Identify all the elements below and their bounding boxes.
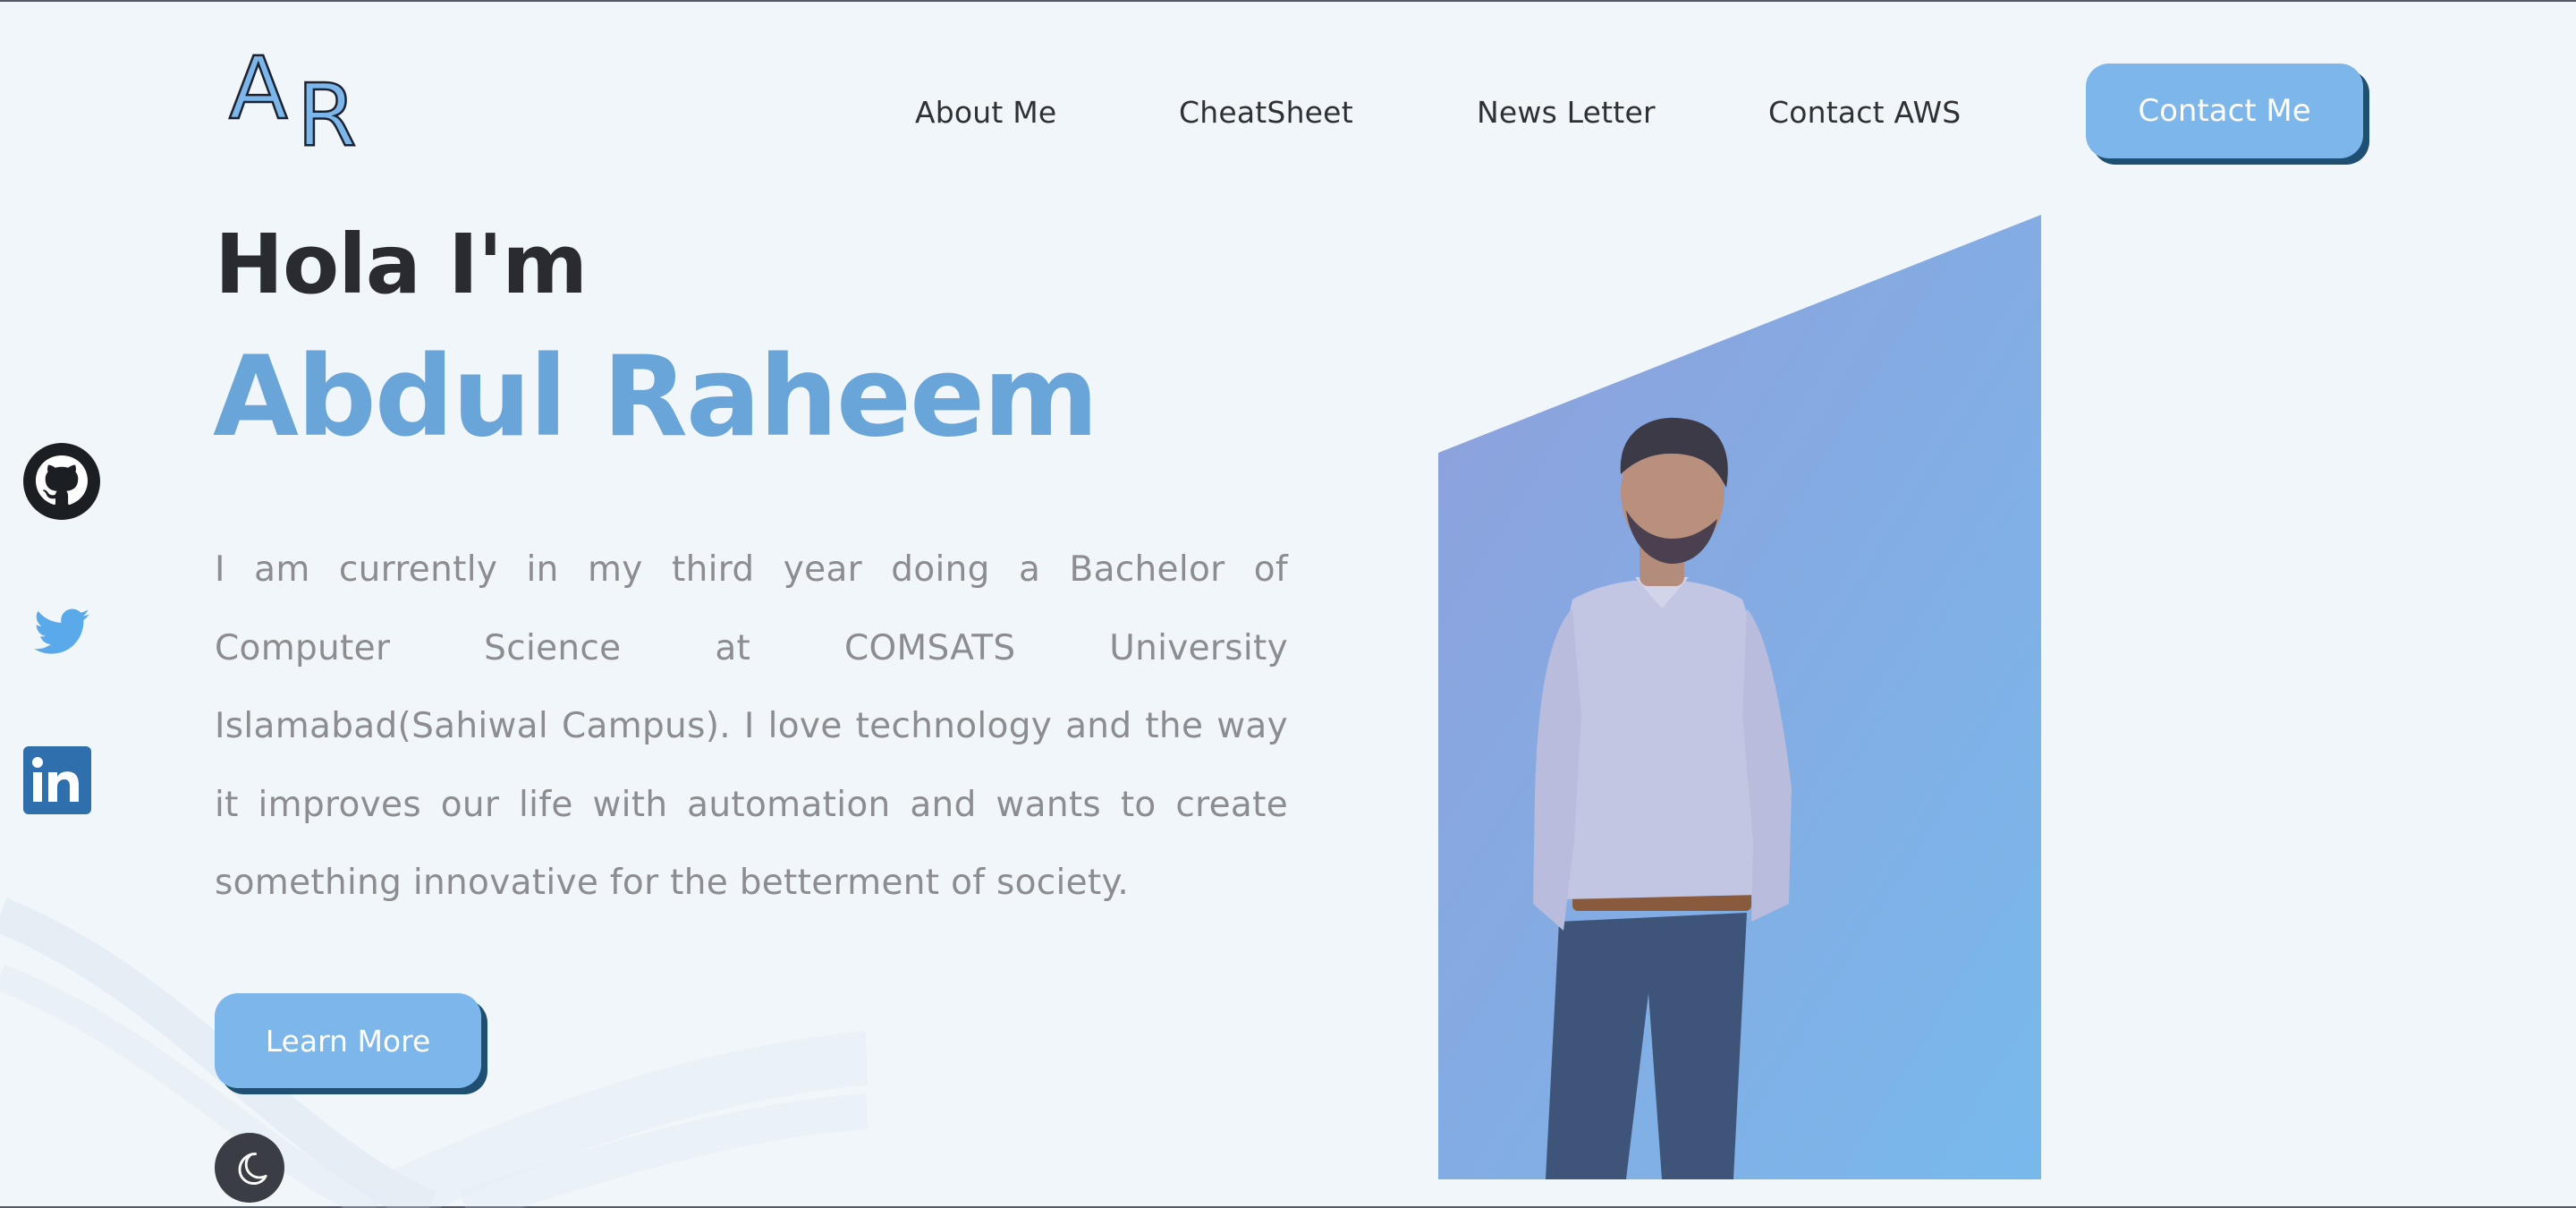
portrait-image [1438,215,2041,1179]
nav-about-me[interactable]: About Me [915,95,1056,130]
linkedin-icon [23,746,91,814]
moon-icon [238,1153,267,1186]
logo[interactable]: A R [225,38,369,167]
theme-toggle-button[interactable] [215,1133,284,1203]
logo-letter-r: R [297,65,357,149]
learn-more-button[interactable]: Learn More [215,993,481,1088]
hero-bio: I am currently in my third year doing a … [215,549,1288,903]
hero-greeting: Hola I'm [215,217,588,312]
twitter-link[interactable] [34,608,89,657]
twitter-icon [34,608,89,654]
hero-name: Abdul Raheem [213,333,1098,462]
nav-news-letter[interactable]: News Letter [1477,95,1656,130]
logo-mark: A R [228,38,358,167]
nav-cheatsheet[interactable]: CheatSheet [1179,95,1353,130]
contact-me-button[interactable]: Contact Me [2086,64,2363,158]
github-icon [23,443,100,520]
portrait-panel [1438,215,2041,1179]
nav-contact-aws[interactable]: Contact AWS [1768,95,1961,130]
linkedin-link[interactable] [23,746,91,814]
logo-letter-a: A [229,43,288,139]
github-link[interactable] [23,443,100,520]
